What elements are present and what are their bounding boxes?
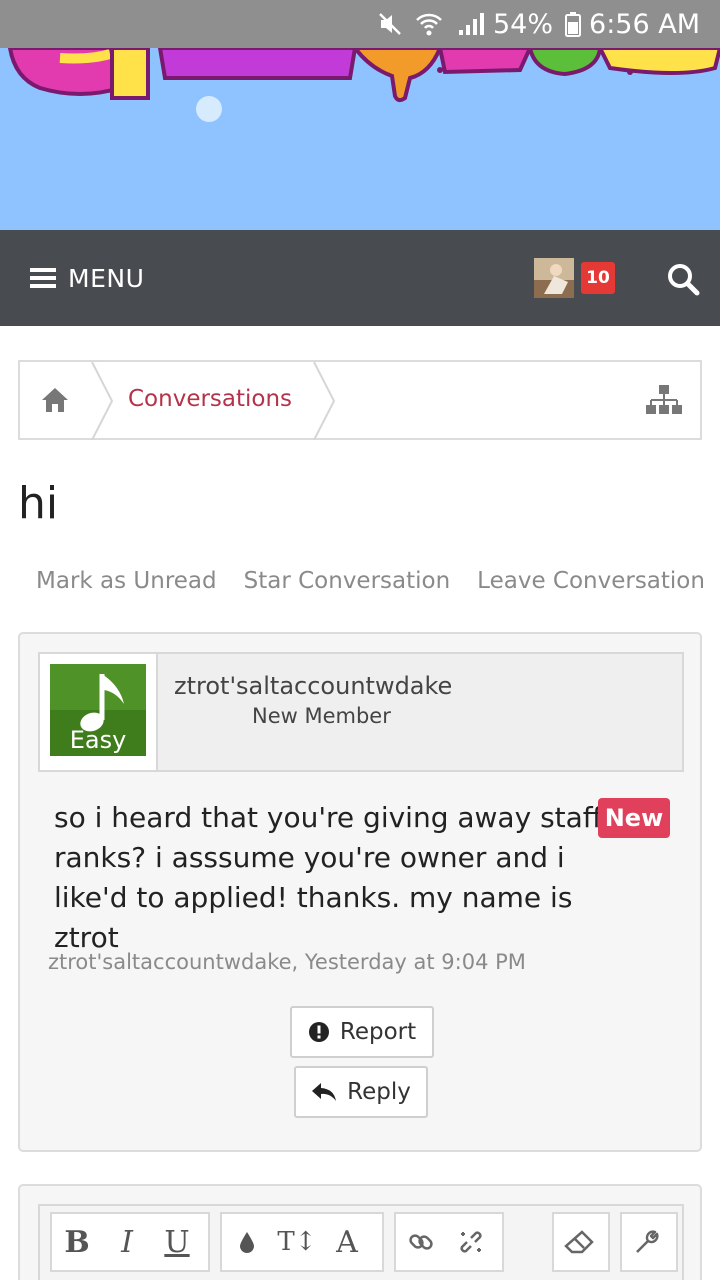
- breadcrumb-separator: [91, 362, 114, 440]
- link-icon: [409, 1234, 433, 1250]
- battery-icon: [565, 11, 582, 37]
- site-logo[interactable]: [0, 48, 720, 108]
- italic-button[interactable]: I: [102, 1214, 152, 1270]
- star-conversation-link[interactable]: Star Conversation: [244, 568, 451, 594]
- conversation-actions: Mark as Unread Star Conversation Leave C…: [36, 568, 705, 594]
- breadcrumb-conversations[interactable]: Conversations: [128, 386, 292, 412]
- search-button[interactable]: [666, 262, 700, 296]
- reply-label: Reply: [347, 1079, 411, 1105]
- banner-bubble: [196, 96, 222, 122]
- search-icon: [668, 264, 700, 296]
- notification-badge[interactable]: 10: [581, 262, 615, 294]
- clear-group: [552, 1212, 610, 1272]
- text-size-button[interactable]: T↕: [272, 1214, 322, 1270]
- report-button[interactable]: Report: [290, 1006, 434, 1058]
- message: Easy ztrot'saltaccountwdake New Member s…: [18, 632, 702, 1152]
- reply-button[interactable]: Reply: [294, 1066, 428, 1118]
- reply-icon: [312, 1083, 337, 1101]
- leave-conversation-link[interactable]: Leave Conversation: [477, 568, 705, 594]
- signal-icon: [455, 11, 485, 37]
- link-group: [394, 1212, 504, 1272]
- wifi-icon: [415, 11, 443, 37]
- music-note-icon: Easy: [50, 664, 146, 756]
- font-button[interactable]: A: [322, 1214, 372, 1270]
- message-avatar[interactable]: Easy: [40, 654, 158, 770]
- site-banner[interactable]: [0, 48, 720, 230]
- nav-bar: MENU 10: [0, 230, 720, 326]
- avatar-caption: Easy: [70, 726, 127, 754]
- menu-button[interactable]: MENU: [30, 260, 144, 296]
- clock: 6:56 AM: [589, 8, 700, 40]
- breadcrumb-separator: [313, 362, 336, 440]
- tools-button[interactable]: [622, 1214, 672, 1270]
- wrench-icon: [636, 1230, 659, 1253]
- exclamation-icon: [308, 1022, 329, 1042]
- link-button[interactable]: [396, 1214, 446, 1270]
- home-icon: [42, 388, 68, 412]
- format-group: B I U: [50, 1212, 210, 1272]
- hamburger-icon: [30, 268, 56, 288]
- battery-percent: 54%: [493, 8, 554, 40]
- page-title: hi: [18, 478, 59, 529]
- status-bar: 54% 6:56 AM: [0, 0, 720, 48]
- user-card: Easy ztrot'saltaccountwdake New Member: [38, 652, 684, 772]
- reply-editor: B I U T↕ A: [18, 1184, 702, 1280]
- menu-label: MENU: [68, 263, 145, 293]
- mute-icon: [377, 11, 403, 37]
- new-badge: New: [598, 798, 670, 838]
- bold-button[interactable]: B: [52, 1214, 102, 1270]
- user-title: New Member: [252, 704, 391, 728]
- unlink-icon: [460, 1231, 482, 1253]
- report-label: Report: [339, 1019, 417, 1045]
- mark-unread-link[interactable]: Mark as Unread: [36, 568, 217, 594]
- tools-group: [620, 1212, 678, 1272]
- underline-button[interactable]: U: [152, 1214, 202, 1270]
- jump-to-button[interactable]: [646, 384, 682, 420]
- droplet-icon: [240, 1232, 254, 1253]
- user-avatar[interactable]: [534, 258, 574, 298]
- message-meta[interactable]: ztrot'saltaccountwdake, Yesterday at 9:0…: [48, 950, 526, 974]
- breadcrumb-home[interactable]: [40, 386, 70, 418]
- message-username[interactable]: ztrot'saltaccountwdake: [174, 672, 452, 700]
- eraser-icon: [564, 1230, 594, 1254]
- style-group: T↕ A: [220, 1212, 384, 1272]
- unlink-button[interactable]: [446, 1214, 496, 1270]
- sitemap-icon: [646, 385, 682, 414]
- remove-format-button[interactable]: [554, 1214, 604, 1270]
- message-body: so i heard that you're giving away staff…: [54, 801, 603, 954]
- color-button[interactable]: [222, 1214, 272, 1270]
- breadcrumb: Conversations: [18, 360, 702, 440]
- editor-toolbar: B I U T↕ A: [38, 1204, 684, 1280]
